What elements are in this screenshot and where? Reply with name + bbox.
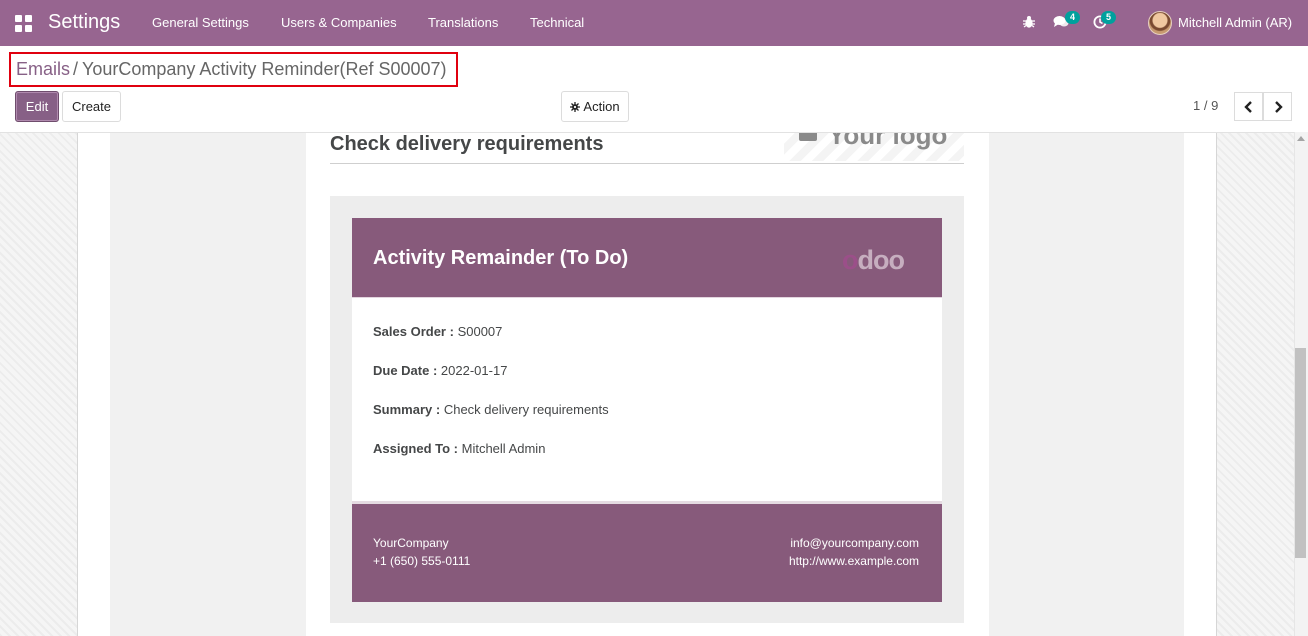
footer-phone: +1 (650) 555-0111 xyxy=(373,554,471,568)
menu-technical[interactable]: Technical xyxy=(530,15,584,30)
field-value: Mitchell Admin xyxy=(461,441,546,456)
footer-company: YourCompany xyxy=(373,536,449,550)
messages-count-badge: 4 xyxy=(1065,11,1080,24)
breadcrumb-emails-link[interactable]: Emails xyxy=(16,59,70,80)
logo-placeholder-text: Your logo xyxy=(828,132,948,150)
field-label: Sales Order : xyxy=(373,324,454,339)
user-avatar[interactable] xyxy=(1148,11,1172,35)
chevron-right-icon xyxy=(1274,100,1283,113)
field-label: Assigned To : xyxy=(373,441,458,456)
create-button[interactable]: Create xyxy=(62,91,121,122)
footer-website: http://www.example.com xyxy=(788,554,919,568)
field-due-date: Due Date : 2022-01-17 xyxy=(373,363,507,378)
field-value: S00007 xyxy=(457,324,503,339)
pager-next-button[interactable] xyxy=(1263,92,1292,121)
breadcrumb-separator: / xyxy=(73,59,79,79)
email-subject: Check delivery requirements xyxy=(330,133,604,155)
odoo-logo: odoo xyxy=(842,245,905,275)
subject-divider xyxy=(330,163,964,164)
bug-icon[interactable] xyxy=(1022,15,1036,29)
field-summary: Summary : Check delivery requirements xyxy=(373,402,609,417)
scrollbar-thumb[interactable] xyxy=(1295,348,1306,558)
field-value: Check delivery requirements xyxy=(443,402,609,417)
menu-general-settings[interactable]: General Settings xyxy=(152,15,249,30)
camera-icon xyxy=(799,133,817,141)
field-label: Summary : xyxy=(373,402,441,417)
edit-button[interactable]: Edit xyxy=(15,91,59,122)
breadcrumb-current: YourCompany Activity Reminder(Ref S00007… xyxy=(82,59,447,79)
chevron-left-icon xyxy=(1243,100,1252,113)
app-brand[interactable]: Settings xyxy=(48,11,120,34)
user-menu[interactable]: Mitchell Admin (AR) xyxy=(1178,15,1292,30)
activities-count-badge: 5 xyxy=(1101,11,1116,24)
action-button[interactable]: Action xyxy=(561,91,629,122)
top-navbar: Settings General Settings Users & Compan… xyxy=(0,0,1308,46)
field-value: 2022-01-17 xyxy=(440,363,508,378)
email-card-footer xyxy=(352,501,942,602)
pager-value[interactable]: 1 / 9 xyxy=(1193,98,1218,113)
menu-users-companies[interactable]: Users & Companies xyxy=(281,15,397,30)
menu-translations[interactable]: Translations xyxy=(428,15,498,30)
action-label: Action xyxy=(583,99,620,114)
field-assigned-to: Assigned To : Mitchell Admin xyxy=(373,441,545,456)
apps-grid-icon[interactable] xyxy=(15,15,32,32)
scroll-up-icon[interactable] xyxy=(1297,136,1305,141)
email-card-title: Activity Remainder (To Do) xyxy=(373,247,629,269)
field-sales-order: Sales Order : S00007 xyxy=(373,324,502,339)
pager-previous-button[interactable] xyxy=(1234,92,1263,121)
form-view: Your logo Check delivery requirements Ac… xyxy=(0,132,1308,636)
gear-icon xyxy=(570,101,581,112)
footer-email: info@yourcompany.com xyxy=(790,536,919,550)
field-label: Due Date : xyxy=(373,363,438,378)
